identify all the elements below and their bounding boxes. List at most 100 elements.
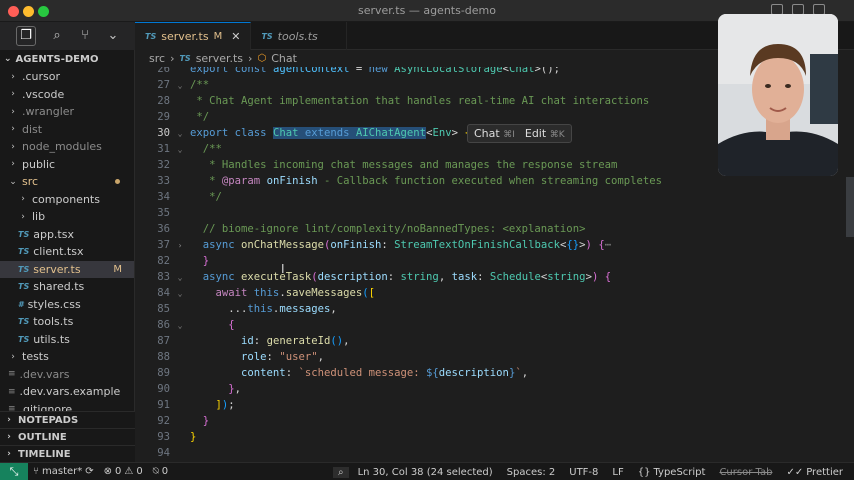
tree-item[interactable]: TS shared.ts — [0, 278, 134, 296]
ports-indicator[interactable]: ⍉ 0 — [148, 466, 173, 477]
branch-name: master* — [42, 466, 83, 477]
tree-item[interactable]: TS tools.ts — [0, 313, 134, 331]
code-line[interactable]: 82 } — [135, 253, 854, 269]
project-name: AGENTS-DEMO — [15, 53, 99, 65]
typescript-icon: TS — [179, 54, 191, 63]
line-number: 89 — [157, 367, 170, 379]
tab-server-ts[interactable]: TS server.ts M ✕ — [135, 22, 252, 50]
tree-item[interactable]: › tests — [0, 348, 134, 366]
code-line[interactable]: 93} — [135, 429, 854, 445]
code-line[interactable]: 91 ]); — [135, 397, 854, 413]
section-notepads[interactable]: › NOTEPADS — [0, 411, 135, 428]
cursor-tab-toggle[interactable]: Cursor Tab — [714, 467, 777, 478]
code-line[interactable]: 92 } — [135, 413, 854, 429]
tree-item[interactable]: TS server.ts M — [0, 260, 134, 278]
hint-edit[interactable]: Edit ⌘K — [525, 127, 565, 140]
line-endings[interactable]: LF — [607, 467, 628, 478]
fold-expanded-icon[interactable]: ⌄ — [170, 145, 190, 154]
tree-item[interactable]: TS utils.ts — [0, 331, 134, 349]
tree-item[interactable]: ⌄ src — [0, 173, 134, 191]
source-control-icon[interactable]: ⑂ — [78, 29, 92, 43]
remote-indicator[interactable]: ⤡ — [0, 462, 28, 480]
code-line[interactable]: 35 — [135, 205, 854, 221]
indentation[interactable]: Spaces: 2 — [502, 467, 561, 478]
search-icon[interactable]: ⌕ — [50, 29, 64, 43]
modified-badge: M — [113, 263, 122, 275]
line-number: 93 — [157, 431, 170, 443]
problems-indicator[interactable]: ⊗ 0 ⚠ 0 — [99, 466, 148, 477]
close-icon[interactable]: ✕ — [231, 30, 240, 43]
tree-item[interactable]: › .cursor — [0, 68, 134, 86]
code-line[interactable]: 89 content: `scheduled message: ${descri… — [135, 365, 854, 381]
tree-item[interactable]: › components — [0, 191, 134, 209]
zoom-search-icon[interactable]: ⌕ — [332, 466, 349, 478]
language-mode[interactable]: {} TypeScript — [633, 467, 711, 478]
line-number: 94 — [157, 447, 170, 459]
chevron-right-icon: › — [11, 351, 15, 362]
code-line[interactable]: 37 › async onChatMessage(onFinish: Stream… — [135, 237, 854, 253]
tree-item-label: lib — [32, 210, 46, 224]
tree-item[interactable]: › .wrangler — [0, 103, 134, 121]
tree-item-label: .wrangler — [22, 105, 75, 119]
chevron-down-icon[interactable]: ⌄ — [106, 29, 120, 43]
hint-chat[interactable]: Chat ⌘I — [474, 127, 515, 140]
code-line[interactable]: 88 role: "user", — [135, 349, 854, 365]
section-label: NOTEPADS — [18, 414, 79, 426]
fold-expanded-icon[interactable]: ⌄ — [170, 81, 190, 90]
tree-item[interactable]: # styles.css — [0, 296, 134, 314]
tree-item[interactable]: › dist — [0, 121, 134, 139]
cursor-position[interactable]: Ln 30, Col 38 (24 selected) — [353, 467, 498, 478]
tree-item[interactable]: › node_modules — [0, 138, 134, 156]
code-line[interactable]: 86 ⌄ { — [135, 317, 854, 333]
tree-item-label: tools.ts — [33, 315, 74, 329]
code-text: /** — [190, 79, 210, 91]
tree-item[interactable]: ≡ .dev.vars — [0, 366, 134, 384]
line-number: 32 — [157, 159, 170, 171]
fold-expanded-icon[interactable]: ⌄ — [170, 289, 190, 298]
typescript-icon: TS — [18, 229, 30, 239]
chevron-right-icon: › — [11, 141, 15, 152]
tree-item[interactable]: › public — [0, 156, 134, 174]
code-line[interactable]: 87 id: generateId(), — [135, 333, 854, 349]
tree-item[interactable]: › .vscode — [0, 86, 134, 104]
tree-item-label: app.tsx — [33, 227, 74, 241]
code-text: { — [228, 319, 235, 331]
section-outline[interactable]: › OUTLINE — [0, 428, 135, 445]
code-line[interactable]: 84 ⌄ await this.saveMessages([ — [135, 285, 854, 301]
code-line[interactable]: 36 // biome-ignore lint/complexity/noBan… — [135, 221, 854, 237]
git-branch[interactable]: ⑂ master* ⟳ — [28, 466, 99, 477]
breadcrumb-folder[interactable]: src — [149, 52, 165, 65]
line-number: 27 — [157, 79, 170, 91]
customize-layout-icon[interactable] — [834, 4, 846, 15]
tree-item[interactable]: TS app.tsx — [0, 226, 134, 244]
fold-expanded-icon[interactable]: ⌄ — [170, 273, 190, 282]
code-line[interactable]: 85 ...this.messages, — [135, 301, 854, 317]
code-line[interactable]: 94 — [135, 445, 854, 461]
tree-item-label: src — [22, 175, 39, 189]
breadcrumb-file[interactable]: server.ts — [196, 52, 243, 65]
tree-item[interactable]: ≡ .dev.vars.example — [0, 383, 134, 401]
tab-tools-ts[interactable]: TS tools.ts — [251, 22, 347, 50]
tree-item[interactable]: › lib — [0, 208, 134, 226]
tree-item-label: .cursor — [22, 70, 61, 84]
code-line[interactable]: 90 }, — [135, 381, 854, 397]
fold-expanded-icon[interactable]: ⌄ — [170, 321, 190, 330]
activity-bar: ❐ ⌕ ⑂ ⌄ — [0, 22, 135, 50]
files-icon[interactable]: ❐ — [16, 26, 36, 46]
code-line[interactable]: 83 ⌄ async executeTask(description: strin… — [135, 269, 854, 285]
code-text: async onChatMessage(onFinish: StreamText… — [202, 239, 612, 251]
explorer-project-header[interactable]: ⌄ AGENTS-DEMO — [0, 50, 134, 68]
text-cursor-icon: I — [281, 262, 285, 276]
double-check-icon: ✓✓ — [786, 466, 804, 478]
code-line[interactable]: 34 */ — [135, 189, 854, 205]
section-label: TIMELINE — [18, 448, 71, 460]
fold-collapsed-icon[interactable]: › — [170, 241, 190, 250]
typescript-icon: TS — [18, 334, 30, 344]
prettier-status[interactable]: ✓✓ Prettier — [781, 467, 848, 478]
breadcrumb-symbol[interactable]: Chat — [271, 52, 297, 65]
fold-expanded-icon[interactable]: ⌄ — [170, 129, 190, 138]
section-timeline[interactable]: › TIMELINE — [0, 445, 135, 462]
tree-item[interactable]: TS client.tsx — [0, 243, 134, 261]
modified-badge: M — [213, 31, 223, 42]
encoding[interactable]: UTF-8 — [564, 467, 603, 478]
